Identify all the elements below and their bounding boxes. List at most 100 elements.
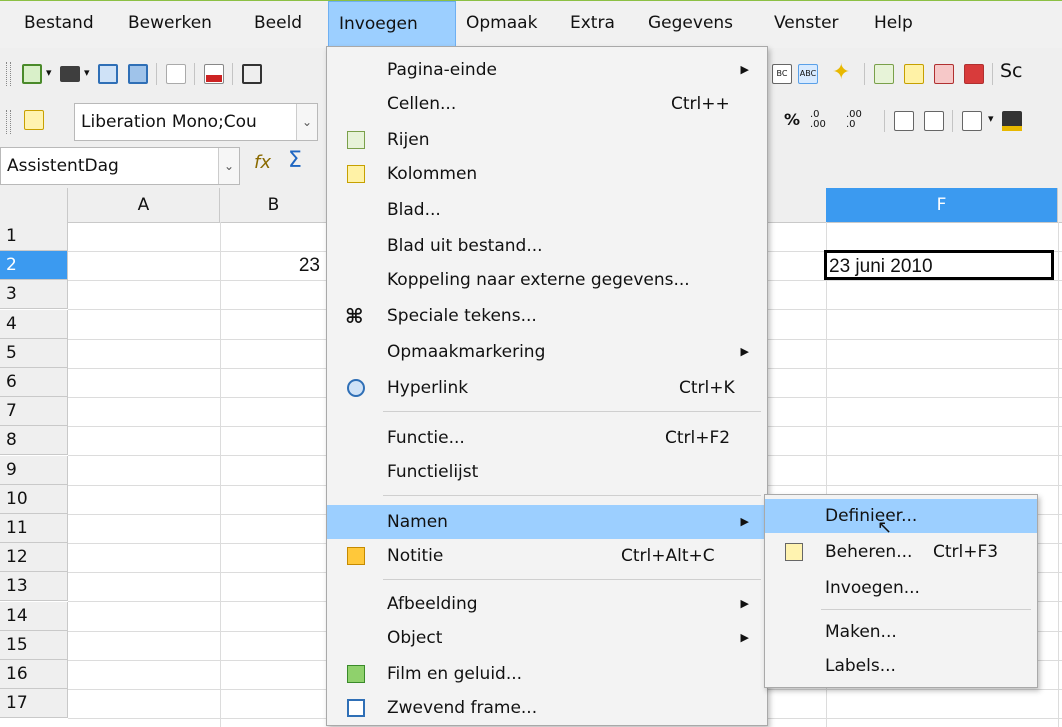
percent-format-icon[interactable]: %	[784, 110, 800, 129]
menu-item-functie[interactable]: Functie... Ctrl+F2	[327, 421, 767, 455]
row-header[interactable]: 5	[0, 339, 68, 368]
row-header[interactable]: 7	[0, 397, 68, 426]
save-icon[interactable]	[98, 64, 118, 84]
insert-columns-icon[interactable]	[904, 64, 924, 84]
increase-indent-icon[interactable]	[924, 111, 944, 131]
menu-item-film-en-geluid[interactable]: Film en geluid...	[327, 657, 767, 691]
menu-item-pagina-einde[interactable]: Pagina-einde ▶	[327, 53, 767, 87]
row-header[interactable]: 2	[0, 251, 68, 280]
row-header[interactable]: 17	[0, 689, 68, 718]
select-all-corner[interactable]	[0, 188, 68, 222]
borders-icon[interactable]	[962, 111, 982, 131]
menu-item-blad[interactable]: Blad...	[327, 193, 767, 227]
menu-bewerken[interactable]: Bewerken	[118, 1, 222, 47]
styles-icon[interactable]	[24, 110, 44, 130]
menu-bestand[interactable]: Bestand	[14, 1, 104, 47]
menu-item-koppeling-externe-gegevens[interactable]: Koppeling naar externe gegevens...	[327, 263, 767, 297]
row-header[interactable]: 14	[0, 602, 68, 631]
menu-label: Extra	[570, 13, 615, 33]
menu-item-hyperlink[interactable]: Hyperlink Ctrl+K	[327, 371, 767, 405]
column-header-b[interactable]: B	[220, 188, 328, 222]
menu-item-definieer[interactable]: Definieer... ↖	[765, 499, 1037, 538]
auto-spellcheck-icon[interactable]: ABC	[798, 64, 818, 84]
menu-item-cellen[interactable]: Cellen... Ctrl++	[327, 87, 767, 121]
toolbar-overflow-text[interactable]: Sc	[1000, 60, 1023, 82]
save-as-icon[interactable]	[128, 64, 148, 84]
menu-item-invoegen[interactable]: Invoegen...	[765, 571, 1037, 605]
menu-item-label: Notitie	[387, 546, 444, 566]
note-icon	[347, 547, 365, 565]
submenu-arrow-icon: ▶	[740, 345, 749, 358]
row-header[interactable]: 3	[0, 280, 68, 309]
menu-item-maken[interactable]: Maken...	[765, 615, 1037, 649]
menu-separator	[383, 495, 761, 496]
cell-b2[interactable]: 23	[220, 251, 320, 280]
row-header[interactable]: 15	[0, 631, 68, 660]
chevron-down-icon[interactable]: ⌄	[296, 104, 317, 140]
spellcheck-icon[interactable]: BC	[772, 64, 792, 84]
number-format-icon[interactable]: .0.00	[810, 110, 826, 130]
row-header[interactable]: 4	[0, 310, 68, 339]
dropdown-arrow-icon[interactable]: ▾	[84, 66, 90, 79]
export-pdf-icon[interactable]	[204, 64, 224, 84]
menu-extra[interactable]: Extra	[560, 1, 625, 47]
row-header[interactable]: 10	[0, 485, 68, 514]
delete-rows-icon[interactable]	[934, 64, 954, 84]
column-header-a[interactable]: A	[68, 188, 220, 222]
menu-help[interactable]: Help	[864, 1, 923, 47]
row-header[interactable]: 13	[0, 572, 68, 601]
add-decimal-icon[interactable]: .00.0	[846, 110, 862, 130]
row-header[interactable]: 12	[0, 543, 68, 572]
toolbar-grip[interactable]	[6, 62, 11, 86]
dropdown-arrow-icon[interactable]: ▾	[46, 66, 52, 79]
menu-beeld[interactable]: Beeld	[244, 1, 312, 47]
menu-item-kolommen[interactable]: Kolommen	[327, 157, 767, 191]
open-folder-icon[interactable]	[60, 66, 80, 82]
row-header[interactable]: 11	[0, 514, 68, 543]
insert-rows-icon[interactable]	[874, 64, 894, 84]
edit-document-icon[interactable]	[166, 64, 186, 84]
menu-item-zwevend-frame[interactable]: Zwevend frame...	[327, 691, 767, 725]
decrease-indent-icon[interactable]	[894, 111, 914, 131]
insert-menu: Pagina-einde ▶ Cellen... Ctrl++ Rijen Kolo…	[326, 46, 768, 726]
row-header[interactable]: 6	[0, 368, 68, 397]
shortcut-label: Ctrl+Alt+C	[621, 546, 715, 566]
name-box[interactable]: AssistentDag ⌄	[0, 147, 240, 185]
menu-invoegen[interactable]: Invoegen	[328, 1, 456, 47]
cell-f2[interactable]: 23 juni 2010	[824, 250, 1054, 280]
chevron-down-icon[interactable]: ⌄	[218, 148, 239, 184]
border-style-icon[interactable]	[1002, 111, 1022, 131]
print-icon[interactable]	[242, 64, 262, 84]
menu-item-opmaakmarkering[interactable]: Opmaakmarkering ▶	[327, 335, 767, 369]
menu-item-namen[interactable]: Namen ▶	[327, 505, 767, 539]
menu-gegevens[interactable]: Gegevens	[638, 1, 743, 47]
row-header[interactable]: 8	[0, 426, 68, 455]
menu-item-afbeelding[interactable]: Afbeelding ▶	[327, 587, 767, 621]
dropdown-arrow-icon[interactable]: ▾	[988, 112, 994, 125]
font-name-combobox[interactable]: Liberation Mono;Cou ⌄	[74, 103, 318, 141]
function-wizard-icon[interactable]: fx	[254, 152, 271, 173]
menu-item-speciale-tekens[interactable]: ⌘ Speciale tekens...	[327, 299, 767, 333]
sum-icon[interactable]: Σ	[288, 148, 302, 173]
menu-item-beheren[interactable]: Beheren... Ctrl+F3	[765, 535, 1037, 569]
navigator-icon[interactable]: ✦	[832, 60, 850, 85]
row-header[interactable]: 9	[0, 456, 68, 485]
toolbar-grip[interactable]	[6, 110, 11, 134]
new-document-icon[interactable]	[22, 64, 42, 84]
menu-item-rijen[interactable]: Rijen	[327, 123, 767, 157]
menu-opmaak[interactable]: Opmaak	[456, 1, 547, 47]
menu-item-blad-uit-bestand[interactable]: Blad uit bestand...	[327, 229, 767, 263]
menu-item-notitie[interactable]: Notitie Ctrl+Alt+C	[327, 539, 767, 573]
menu-venster[interactable]: Venster	[764, 1, 849, 47]
column-header-f[interactable]: F	[826, 188, 1058, 222]
menu-item-label: Koppeling naar externe gegevens...	[387, 270, 690, 290]
menu-item-object[interactable]: Object ▶	[327, 621, 767, 655]
delete-columns-icon[interactable]	[964, 64, 984, 84]
menu-item-labels[interactable]: Labels...	[765, 649, 1037, 683]
menu-item-label: Namen	[387, 512, 448, 532]
row-header[interactable]: 16	[0, 660, 68, 689]
separator	[864, 63, 865, 85]
menu-item-label: Object	[387, 628, 443, 648]
row-header[interactable]: 1	[0, 222, 68, 251]
menu-item-functielijst[interactable]: Functielijst	[327, 455, 767, 489]
